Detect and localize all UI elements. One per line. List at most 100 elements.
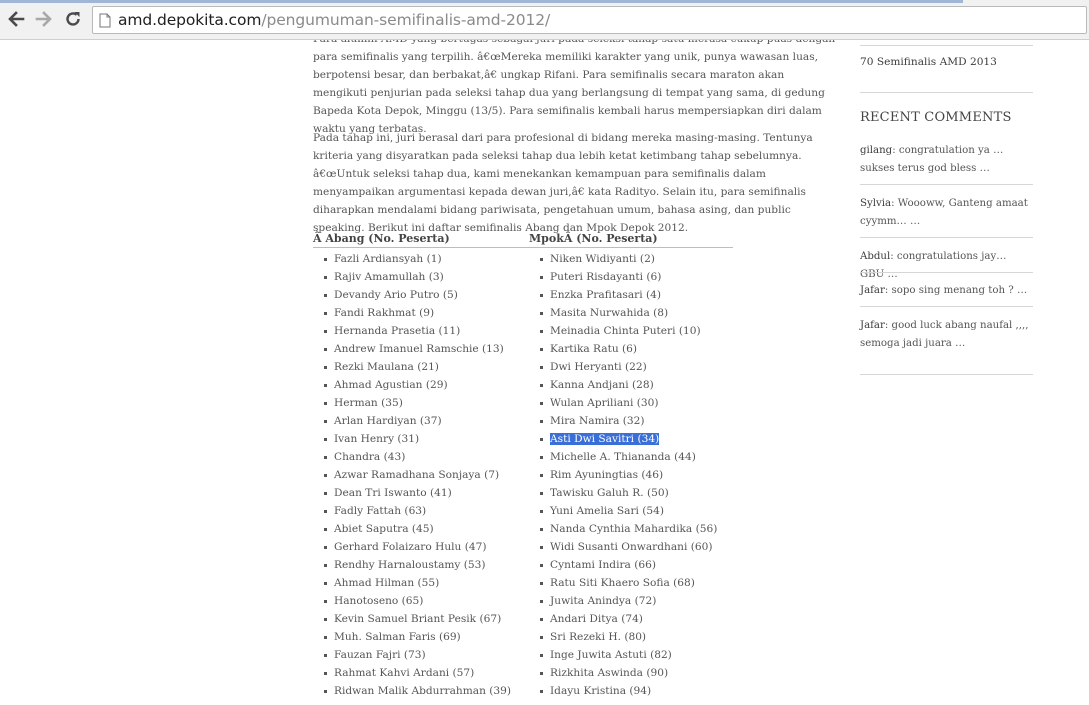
participant-name: Widi Susanti Onwardhani (60) <box>550 541 713 553</box>
list-item: Yuni Amelia Sari (54) <box>529 502 717 520</box>
bullet-icon <box>324 672 327 675</box>
bullet-icon <box>324 348 327 351</box>
bullet-icon <box>540 402 543 405</box>
participant-name: Tawisku Galuh R. (50) <box>550 487 669 499</box>
participant-name: Yuni Amelia Sari (54) <box>550 505 665 517</box>
list-item: Juwita Anindya (72) <box>529 592 717 610</box>
list-item: Kartika Ratu (6) <box>529 340 717 358</box>
participant-name: Gerhard Folaizaro Hulu (47) <box>334 541 487 553</box>
participant-name: Niken Widiyanti (2) <box>550 253 655 265</box>
participant-name: Andari Ditya (74) <box>550 613 643 625</box>
comment-author[interactable]: Sylvia <box>860 198 891 209</box>
bullet-icon <box>540 636 543 639</box>
bullet-icon <box>324 564 327 567</box>
list-item: Hernanda Prasetia (11) <box>313 322 511 340</box>
list-item: Rendhy Harnaloustamy (53) <box>313 556 511 574</box>
participant-name: Chandra (43) <box>334 451 406 463</box>
participant-name: Masita Nurwahida (8) <box>550 307 669 319</box>
bullet-icon <box>324 690 327 693</box>
list-item: Kevin Samuel Briant Pesik (67) <box>313 610 511 628</box>
list-item: Fandi Rakhmat (9) <box>313 304 511 322</box>
reload-button[interactable] <box>62 8 84 30</box>
bullet-icon <box>540 528 543 531</box>
recent-comment: Abdul: congratulations jay… GBU … <box>860 248 1033 284</box>
bullet-icon <box>540 384 543 387</box>
list-item: Dwi Heryanti (22) <box>529 358 717 376</box>
recent-comment: Jafar: good luck abang naufal ,,,, semog… <box>860 317 1033 353</box>
bullet-icon <box>540 690 543 693</box>
participant-name: Enzka Prafitasari (4) <box>550 289 661 301</box>
participant-name: Ahmad Hilman (55) <box>334 577 440 589</box>
list-item: Kanna Andjani (28) <box>529 376 717 394</box>
forward-button[interactable] <box>33 8 55 30</box>
back-button[interactable] <box>5 8 27 30</box>
participant-name: Inge Juwita Astuti (82) <box>550 649 672 661</box>
list-item: Sri Rezeki H. (80) <box>529 628 717 646</box>
participant-name: Ivan Henry (31) <box>334 433 420 445</box>
bullet-icon <box>324 582 327 585</box>
abang-column-header: Â Abang (No. Peserta) <box>313 232 450 245</box>
sidebar-divider <box>860 272 1033 273</box>
participant-name: Arlan Hardiyan (37) <box>334 415 442 427</box>
list-item: Andrew Imanuel Ramschie (13) <box>313 340 511 358</box>
participant-name: Ahmad Agustian (29) <box>334 379 448 391</box>
abang-list: Fazli Ardiansyah (1) Rajiv Amamullah (3) D… <box>313 250 511 700</box>
back-arrow-icon <box>8 11 25 27</box>
participant-name: Devandy Ario Putro (5) <box>334 289 458 301</box>
comment-author[interactable]: Jafar <box>860 285 885 296</box>
participant-name: Andrew Imanuel Ramschie (13) <box>334 343 504 355</box>
list-item: Cyntami Indira (66) <box>529 556 717 574</box>
bullet-icon <box>324 312 327 315</box>
list-item: Meinadia Chinta Puteri (10) <box>529 322 717 340</box>
list-item: Muh. Salman Faris (69) <box>313 628 511 646</box>
participant-name: Idayu Kristina (94) <box>550 685 652 697</box>
participant-name: Rahmat Kahvi Ardani (57) <box>334 667 475 679</box>
list-item: Asti Dwi Savitri (34) <box>529 430 717 448</box>
bullet-icon <box>324 258 327 261</box>
list-item: Ridwan Malik Abdurrahman (39) <box>313 682 511 700</box>
address-bar[interactable]: amd.depokita.com/pengumuman-semifinalis-… <box>92 6 1087 34</box>
bullet-icon <box>540 438 543 441</box>
bullet-icon <box>324 654 327 657</box>
sidebar-link-semifinalis[interactable]: 70 Semifinalis AMD 2013 <box>860 56 997 68</box>
list-item: Gerhard Folaizaro Hulu (47) <box>313 538 511 556</box>
list-item: Abiet Saputra (45) <box>313 520 511 538</box>
participant-name: Muh. Salman Faris (69) <box>334 631 461 643</box>
comment-text[interactable]: : good luck abang naufal ,,,, semoga jad… <box>860 320 1029 349</box>
list-item: Chandra (43) <box>313 448 511 466</box>
bullet-icon <box>540 258 543 261</box>
bullet-icon <box>324 420 327 423</box>
bullet-icon <box>540 672 543 675</box>
reload-icon <box>66 12 80 26</box>
participant-name: Dwi Heryanti (22) <box>550 361 647 373</box>
sidebar-divider <box>860 237 1033 238</box>
participant-name: Mira Namira (32) <box>550 415 645 427</box>
participant-name: Fauzan Fajri (73) <box>334 649 426 661</box>
bullet-icon <box>540 348 543 351</box>
bullet-icon <box>324 636 327 639</box>
list-item: Inge Juwita Astuti (82) <box>529 646 717 664</box>
bullet-icon <box>324 294 327 297</box>
participant-name: Michelle A. Thiananda (44) <box>550 451 696 463</box>
sidebar-divider <box>860 374 1033 375</box>
comment-author[interactable]: gilang <box>860 145 892 156</box>
bullet-icon <box>540 582 543 585</box>
bullet-icon <box>324 474 327 477</box>
bullet-icon <box>540 600 543 603</box>
bullet-icon <box>540 474 543 477</box>
comment-text[interactable]: : sopo sing menang toh ? … <box>885 285 1027 296</box>
bullet-icon <box>540 456 543 459</box>
bullet-icon <box>540 492 543 495</box>
bullet-icon <box>324 618 327 621</box>
participant-name: Rim Ayuningtias (46) <box>550 469 664 481</box>
comment-author[interactable]: Jafar <box>860 320 885 331</box>
participant-name: Ratu Siti Khaero Sofia (68) <box>550 577 695 589</box>
bullet-icon <box>324 510 327 513</box>
comment-author[interactable]: Abdul <box>860 251 890 262</box>
bullet-icon <box>540 546 543 549</box>
list-item: Andari Ditya (74) <box>529 610 717 628</box>
list-item: Wulan Apriliani (30) <box>529 394 717 412</box>
bullet-icon <box>540 420 543 423</box>
list-item: Tawisku Galuh R. (50) <box>529 484 717 502</box>
list-item: Widi Susanti Onwardhani (60) <box>529 538 717 556</box>
